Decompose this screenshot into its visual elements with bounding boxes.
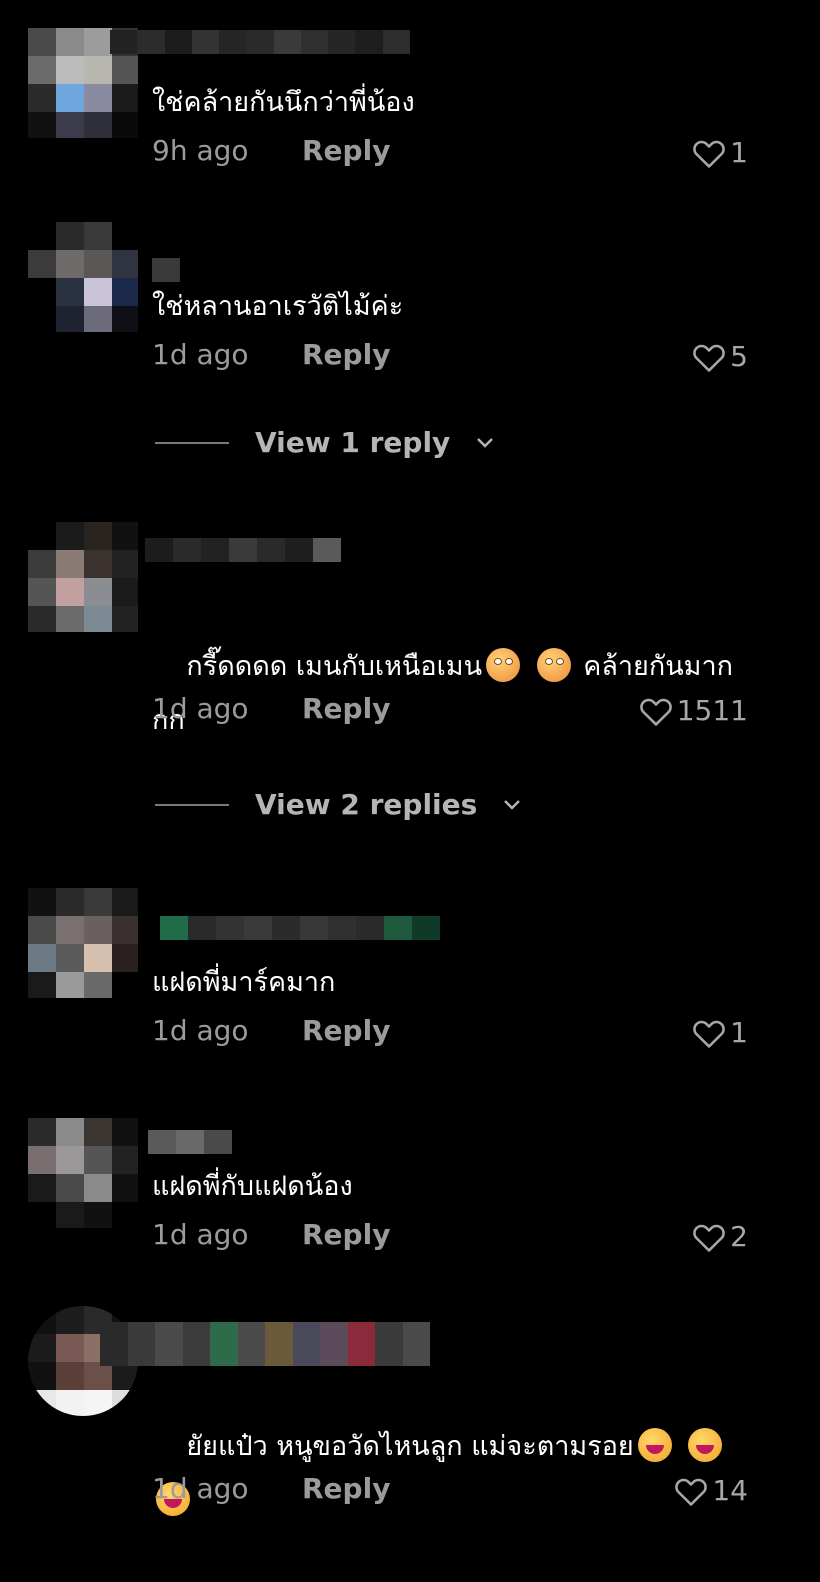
username-redacted[interactable] bbox=[148, 1130, 232, 1154]
heart-outline-icon bbox=[693, 344, 725, 372]
username-redacted[interactable] bbox=[100, 1322, 430, 1366]
like-count: 14 bbox=[712, 1474, 748, 1507]
grinning-squint-tongue-icon bbox=[688, 1427, 723, 1462]
view-replies-button[interactable]: View 2 replies bbox=[155, 788, 521, 821]
reply-button[interactable]: Reply bbox=[302, 1218, 390, 1251]
heart-outline-icon bbox=[693, 1224, 725, 1252]
like-count: 1 bbox=[730, 136, 748, 169]
divider bbox=[155, 803, 229, 806]
flushed-face-icon bbox=[486, 647, 521, 682]
comment-timestamp: 1d ago bbox=[152, 1218, 249, 1251]
like-button[interactable]: 5 bbox=[692, 340, 748, 373]
like-count: 1 bbox=[730, 1016, 748, 1049]
comment-timestamp: 1d ago bbox=[152, 692, 249, 725]
like-button[interactable]: 1511 bbox=[639, 694, 748, 727]
reply-button[interactable]: Reply bbox=[302, 1014, 390, 1047]
username-redacted[interactable] bbox=[160, 916, 460, 940]
reply-button[interactable]: Reply bbox=[302, 338, 390, 371]
avatar[interactable] bbox=[28, 222, 138, 332]
like-button[interactable]: 1 bbox=[692, 136, 748, 169]
username-redacted[interactable] bbox=[152, 258, 184, 282]
divider bbox=[155, 441, 229, 444]
flushed-face-icon bbox=[536, 647, 571, 682]
comment-text: แฝดพี่กับแฝดน้อง bbox=[152, 1171, 353, 1202]
username-redacted[interactable] bbox=[110, 30, 410, 54]
reply-button[interactable]: Reply bbox=[302, 134, 390, 167]
username-redacted[interactable] bbox=[145, 538, 341, 562]
reply-button[interactable]: Reply bbox=[302, 692, 390, 725]
like-count: 1511 bbox=[676, 694, 748, 727]
heart-outline-icon bbox=[639, 698, 672, 726]
comment-text: แฝดพี่มาร์คมาก bbox=[152, 967, 336, 998]
comment-timestamp: 1d ago bbox=[152, 1472, 249, 1505]
like-button[interactable]: 1 bbox=[692, 1016, 748, 1049]
comment-timestamp: 1d ago bbox=[152, 1014, 249, 1047]
comment-text-part: คล้ายกันมาก bbox=[583, 651, 733, 682]
heart-outline-icon bbox=[675, 1478, 708, 1506]
view-replies-label: View 1 reply bbox=[255, 426, 451, 459]
chevron-down-icon bbox=[504, 799, 521, 810]
reply-button[interactable]: Reply bbox=[302, 1472, 390, 1505]
comment-text: ใช่คล้ายกันนึกว่าพี่น้อง bbox=[152, 87, 415, 118]
comment-text-part: ยัยแป๋ว หนูขอวัดไหนลูก แม่จะตามรอย bbox=[186, 1431, 634, 1462]
comment-timestamp: 1d ago bbox=[152, 338, 249, 371]
like-count: 5 bbox=[730, 340, 748, 373]
like-button[interactable]: 14 bbox=[674, 1474, 748, 1507]
view-replies-button[interactable]: View 1 reply bbox=[155, 426, 494, 459]
comment-text: ใช่หลานอาเรวัติไม้ค่ะ bbox=[152, 291, 404, 322]
avatar[interactable] bbox=[28, 888, 138, 998]
heart-outline-icon bbox=[693, 1020, 725, 1048]
avatar[interactable] bbox=[28, 1118, 138, 1228]
grinning-squint-tongue-icon bbox=[637, 1427, 672, 1462]
comment-timestamp: 9h ago bbox=[152, 134, 249, 167]
avatar[interactable] bbox=[28, 522, 138, 632]
comment-text-part: กรี๊ดดดด เมนกับเหนือเมน bbox=[186, 651, 483, 682]
heart-outline-icon bbox=[693, 140, 725, 168]
chevron-down-icon bbox=[477, 437, 494, 448]
like-button[interactable]: 2 bbox=[692, 1220, 748, 1253]
like-count: 2 bbox=[730, 1220, 748, 1253]
view-replies-label: View 2 replies bbox=[255, 788, 478, 821]
